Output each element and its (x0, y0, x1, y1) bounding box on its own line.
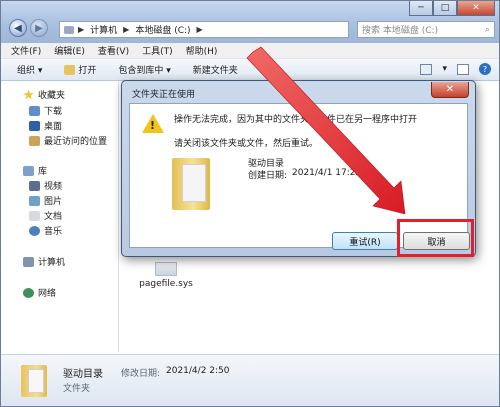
title-bar: ─ □ ✕ ◀ ▶ ▶ 计算机 ▶ 本地磁盘 (C:) ▶ 搜索 本地磁盘 (C… (1, 1, 499, 43)
breadcrumb-separator-icon: ▶ (196, 25, 203, 34)
search-input[interactable]: 搜索 本地磁盘 (C:) ⌕ (357, 21, 495, 38)
menu-bar: 文件(F) 编辑(E) 查看(V) 工具(T) 帮助(H) (1, 43, 499, 59)
sidebar-item-recent[interactable]: 最近访问的位置 (29, 134, 107, 147)
new-folder-label: 新建文件夹 (192, 66, 238, 76)
close-button[interactable]: ✕ (457, 1, 495, 16)
new-folder-button[interactable]: 新建文件夹 (193, 63, 238, 76)
details-modified-label: 修改日期: (121, 369, 161, 379)
include-library-button[interactable]: 包含到库中 ▾ (118, 63, 170, 76)
system-file-icon (155, 262, 177, 276)
retry-button[interactable]: 重试(R) (332, 232, 398, 250)
details-type: 文件夹 (63, 384, 91, 394)
organize-label: 组织 ▾ (17, 66, 43, 76)
dialog-created-value: 2021/4/1 17:22 (292, 168, 362, 178)
desktop-icon (29, 120, 40, 131)
music-icon (29, 225, 40, 236)
preview-pane-icon[interactable] (457, 63, 469, 75)
search-placeholder: 搜索 本地磁盘 (C:) (362, 26, 439, 36)
command-bar: 组织 ▾ 打开 包含到库中 ▾ 新建文件夹 ▾ ? (1, 59, 499, 81)
sidebar-label: 图片 (44, 197, 63, 207)
sidebar-label: 网络 (38, 289, 57, 299)
sidebar-label: 收藏夹 (38, 91, 66, 101)
sidebar-item-pictures[interactable]: 图片 (29, 194, 62, 207)
forward-button[interactable]: ▶ (30, 19, 48, 37)
warning-exclamation: ! (150, 119, 156, 132)
sidebar-item-network[interactable]: 网络 (23, 286, 56, 299)
dialog-close-button[interactable]: ✕ (431, 82, 469, 98)
breadcrumb-computer[interactable]: 计算机 (90, 23, 117, 36)
sidebar-label: 计算机 (38, 258, 66, 268)
menu-file[interactable]: 文件(F) (11, 44, 41, 57)
sidebar-label: 库 (38, 167, 48, 177)
search-icon: ⌕ (484, 24, 490, 35)
include-library-label: 包含到库中 ▾ (118, 66, 171, 76)
computer-icon (64, 25, 74, 34)
details-name: 驱动目录 (63, 369, 103, 380)
cancel-highlight-box (397, 219, 474, 257)
recent-places-icon (29, 135, 40, 146)
sidebar-item-computer[interactable]: 计算机 (23, 255, 65, 268)
dialog-created-label: 创建日期: (248, 171, 288, 181)
maximize-button[interactable]: □ (433, 1, 457, 16)
help-icon[interactable]: ? (479, 63, 491, 75)
organize-button[interactable]: 组织 ▾ (17, 63, 42, 76)
document-icon (29, 210, 40, 221)
details-modified-value: 2021/4/2 2:50 (166, 366, 230, 376)
sidebar-item-downloads[interactable]: 下载 (29, 104, 62, 117)
open-button[interactable]: 打开 (64, 63, 96, 76)
sidebar-item-documents[interactable]: 文档 (29, 209, 62, 222)
dialog-title: 文件夹正在使用 (132, 90, 196, 100)
view-options-icon[interactable] (420, 63, 433, 75)
menu-tools[interactable]: 工具(T) (142, 44, 173, 57)
dialog-message: 操作无法完成，因为其中的文件夹或文件已在另一程序中打开 (174, 115, 418, 125)
library-icon (23, 165, 34, 176)
sidebar-label: 视频 (44, 182, 63, 192)
sidebar-item-music[interactable]: 音乐 (29, 224, 62, 237)
menu-help[interactable]: 帮助(H) (186, 44, 218, 57)
sidebar-label: 音乐 (44, 227, 63, 237)
breadcrumb-separator-icon: ▶ (78, 25, 85, 34)
minimize-button[interactable]: ─ (409, 1, 433, 16)
open-folder-icon (64, 64, 76, 75)
dialog-hint: 请关闭该文件夹或文件，然后重试。 (174, 139, 319, 149)
menu-view[interactable]: 查看(V) (98, 44, 129, 57)
file-item[interactable]: pagefile.sys (134, 262, 198, 289)
picture-icon (29, 195, 40, 206)
address-bar[interactable]: ▶ 计算机 ▶ 本地磁盘 (C:) ▶ (59, 21, 349, 38)
folder-icon (21, 365, 47, 397)
sidebar-item-favorites[interactable]: 收藏夹 (23, 88, 65, 101)
menu-edit[interactable]: 编辑(E) (54, 44, 85, 57)
sidebar-label: 最近访问的位置 (44, 137, 108, 147)
toolbar-right: ▾ ? (420, 63, 491, 75)
open-label: 打开 (78, 66, 97, 76)
navigation-pane: 收藏夹 下载 桌面 最近访问的位置 库 视频 图片 文档 音乐 计算机 网络 (1, 82, 119, 352)
sidebar-item-libraries[interactable]: 库 (23, 164, 47, 177)
download-folder-icon (29, 105, 40, 116)
view-dropdown-icon[interactable]: ▾ (442, 64, 447, 74)
folder-icon (172, 158, 210, 210)
breadcrumb-drive-c[interactable]: 本地磁盘 (C:) (135, 23, 190, 36)
sidebar-label: 下载 (44, 107, 63, 117)
sidebar-label: 文档 (44, 212, 63, 222)
details-pane: 驱动目录 修改日期: 2021/4/2 2:50 文件夹 (1, 354, 499, 406)
video-icon (29, 180, 40, 191)
breadcrumb-separator-icon: ▶ (123, 25, 130, 34)
star-icon (23, 89, 34, 100)
window-controls: ─ □ ✕ (409, 1, 495, 16)
back-button[interactable]: ◀ (9, 19, 27, 37)
computer-icon (23, 256, 34, 267)
file-name: pagefile.sys (139, 279, 193, 289)
sidebar-item-videos[interactable]: 视频 (29, 179, 62, 192)
sidebar-label: 桌面 (44, 122, 63, 132)
sidebar-item-desktop[interactable]: 桌面 (29, 119, 62, 132)
network-icon (23, 287, 34, 298)
